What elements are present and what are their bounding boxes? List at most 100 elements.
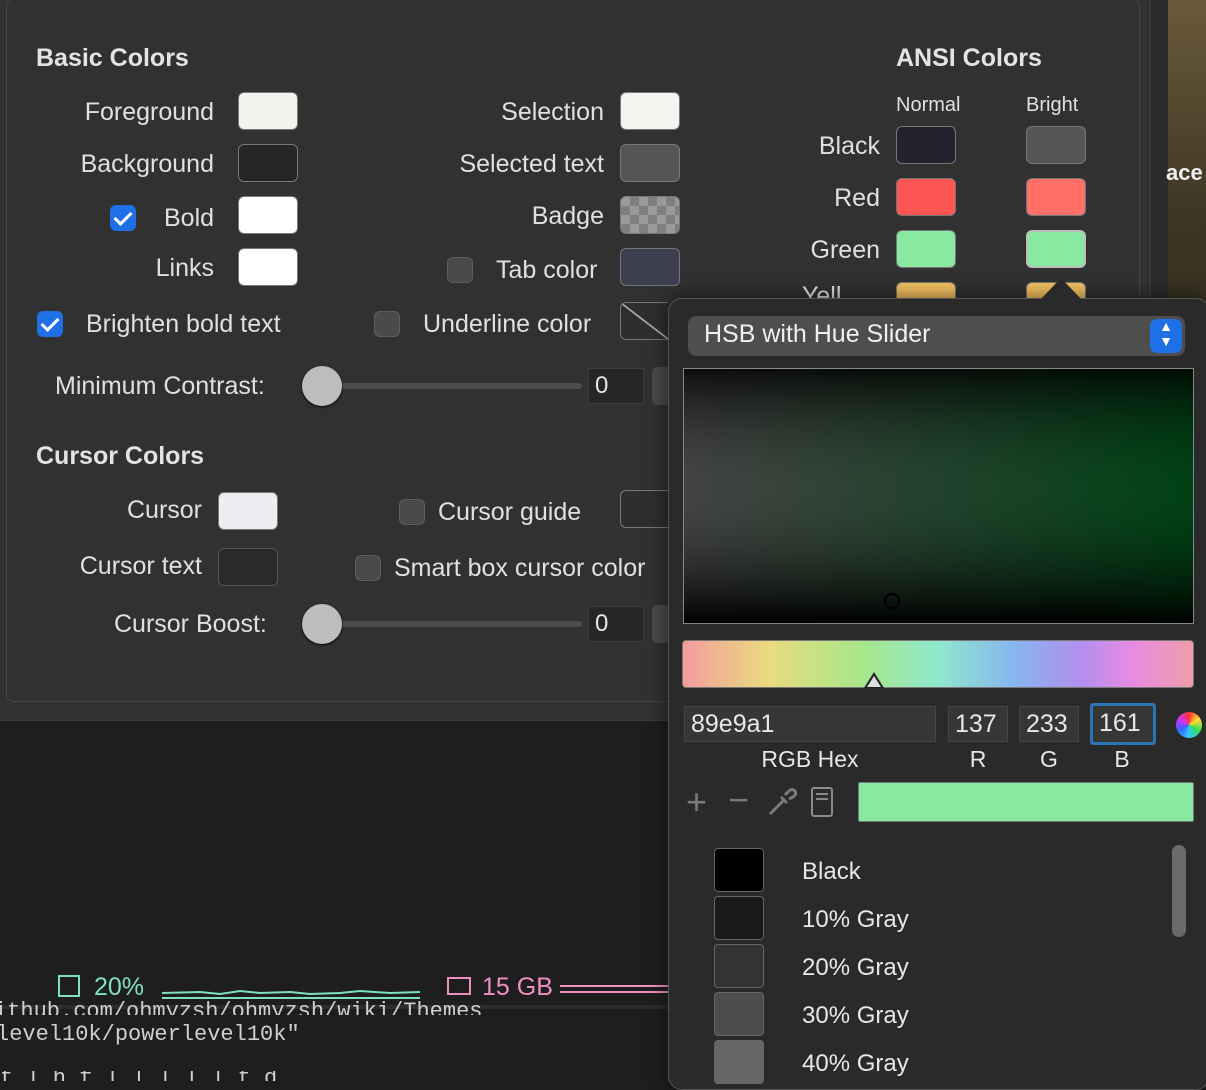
color-wheel-icon[interactable] <box>1176 712 1202 738</box>
terminal-line-2: level10k/powerlevel10k" <box>0 1022 300 1047</box>
badge-color-well[interactable] <box>620 196 680 234</box>
palette-item-label[interactable]: 20% Gray <box>802 954 909 982</box>
ansi-yellow-label: Yell <box>802 282 842 298</box>
brighten-bold-checkbox[interactable] <box>37 311 63 337</box>
minimum-contrast-slider-track[interactable] <box>322 383 582 389</box>
links-color-well[interactable] <box>238 248 298 286</box>
cursor-text-label: Cursor text <box>79 552 202 580</box>
minimum-contrast-field[interactable]: 0 <box>588 368 644 404</box>
hex-input[interactable]: 89e9a1 <box>684 706 936 742</box>
cpu-usage: 20% <box>94 973 145 1001</box>
terminal-view[interactable]: 20% 15 GB ithub.com/ohmyzsh/ohmyzsh/wiki… <box>0 720 670 1081</box>
minimum-contrast-stepper[interactable] <box>652 367 668 405</box>
brighten-bold-label: Brighten bold text <box>86 310 281 338</box>
ansi-yellow-normal-well[interactable] <box>896 282 956 298</box>
palette-item-label[interactable]: 10% Gray <box>802 906 909 934</box>
cursor-boost-label: Cursor Boost: <box>114 610 267 638</box>
ansi-green-normal-well[interactable] <box>896 230 956 268</box>
memory-sparkline <box>560 985 670 993</box>
cursor-guide-checkbox[interactable] <box>399 499 425 525</box>
palette-swatch[interactable] <box>714 896 764 940</box>
terminal-line-1: ithub.com/ohmyzsh/ohmyzsh/wiki/Themes <box>0 1001 483 1015</box>
selection-label: Selection <box>501 98 604 126</box>
red-input[interactable]: 137 <box>948 706 1008 742</box>
smart-box-label: Smart box cursor color <box>394 554 646 582</box>
tab-color-well[interactable] <box>620 248 680 286</box>
cursor-boost-field[interactable]: 0 <box>588 606 644 642</box>
cpu-sparkline <box>161 989 421 999</box>
cursor-label: Cursor <box>126 496 202 524</box>
smart-box-checkbox[interactable] <box>355 555 381 581</box>
palette-swatch[interactable] <box>714 944 764 988</box>
red-label: R <box>969 746 987 772</box>
hue-slider-marker-inner <box>867 676 881 687</box>
palette-item-label[interactable]: 40% Gray <box>802 1050 909 1078</box>
eyedropper-icon[interactable] <box>766 786 798 818</box>
ansi-black-bright-well[interactable] <box>1026 126 1086 164</box>
selected-text-label: Selected text <box>459 150 604 178</box>
picker-mode-select[interactable]: HSB with Hue Slider <box>688 316 1185 356</box>
current-color-preview <box>858 782 1194 822</box>
cursor-boost-slider-track[interactable] <box>322 621 582 627</box>
underline-color-label: Underline color <box>423 310 592 338</box>
basic-colors-heading: Basic Colors <box>36 44 189 72</box>
underline-color-checkbox[interactable] <box>374 311 400 337</box>
ansi-red-normal-well[interactable] <box>896 178 956 216</box>
palette-swatch[interactable] <box>714 848 764 892</box>
palette-item-label[interactable]: 30% Gray <box>802 1002 909 1030</box>
ansi-normal-header: Normal <box>896 94 961 116</box>
remove-swatch-icon[interactable]: − <box>728 782 749 818</box>
selected-text-color-well[interactable] <box>620 144 680 182</box>
ansi-green-bright-well[interactable] <box>1026 230 1086 268</box>
saturation-brightness-field[interactable] <box>683 368 1194 624</box>
hue-slider[interactable] <box>682 640 1194 688</box>
tab-color-label: Tab color <box>496 256 598 284</box>
foreground-color-well[interactable] <box>238 92 298 130</box>
bold-color-well[interactable] <box>238 196 298 234</box>
minimum-contrast-slider-knob[interactable] <box>302 366 342 406</box>
cpu-icon <box>58 975 80 997</box>
ansi-green-label: Green <box>810 236 880 264</box>
cursor-boost-stepper[interactable] <box>652 605 668 643</box>
foreground-label: Foreground <box>84 98 214 126</box>
background-color-well[interactable] <box>238 144 298 182</box>
background-label: Background <box>80 150 214 178</box>
cursor-text-color-well[interactable] <box>218 548 278 586</box>
ansi-black-normal-well[interactable] <box>896 126 956 164</box>
ansi-bright-header: Bright <box>1026 94 1079 116</box>
chevron-updown-icon[interactable]: ▲ ▼ <box>1150 319 1182 353</box>
ansi-red-bright-well[interactable] <box>1026 178 1086 216</box>
cursor-guide-color-well[interactable] <box>620 490 668 528</box>
bold-checkbox[interactable] <box>110 205 136 231</box>
palette-swatch[interactable] <box>714 1040 764 1084</box>
green-label: G <box>1040 746 1058 772</box>
palette-swatch[interactable] <box>714 992 764 1036</box>
saturation-brightness-marker[interactable] <box>884 593 900 609</box>
memory-usage: 15 GB <box>482 973 553 1001</box>
tab-color-checkbox[interactable] <box>447 257 473 283</box>
blue-input[interactable]: 161 <box>1090 703 1156 745</box>
hex-label: RGB Hex <box>761 746 859 772</box>
add-swatch-icon[interactable]: + <box>686 784 707 820</box>
cursor-guide-label: Cursor guide <box>438 498 582 526</box>
blue-label: B <box>1114 746 1130 772</box>
palette-item-label[interactable]: Black <box>802 858 861 886</box>
palette-scrollbar[interactable] <box>1172 845 1186 937</box>
cursor-boost-slider-knob[interactable] <box>302 604 342 644</box>
ansi-colors-heading: ANSI Colors <box>896 44 1042 72</box>
minimum-contrast-label: Minimum Contrast: <box>55 372 265 400</box>
ansi-red-label: Red <box>834 184 880 212</box>
wallpaper-text: ace <box>1166 160 1203 185</box>
popover-arrow <box>1040 278 1082 300</box>
cursor-color-well[interactable] <box>218 492 278 530</box>
ansi-black-label: Black <box>818 132 880 160</box>
green-input[interactable]: 233 <box>1019 706 1079 742</box>
links-label: Links <box>155 254 214 282</box>
palette-list-icon[interactable] <box>810 786 834 818</box>
underline-color-well[interactable] <box>620 302 668 340</box>
bold-label: Bold <box>164 204 215 232</box>
cursor-colors-heading: Cursor Colors <box>36 442 205 470</box>
memory-icon <box>447 977 471 995</box>
selection-color-well[interactable] <box>620 92 680 130</box>
badge-label: Badge <box>531 202 604 230</box>
